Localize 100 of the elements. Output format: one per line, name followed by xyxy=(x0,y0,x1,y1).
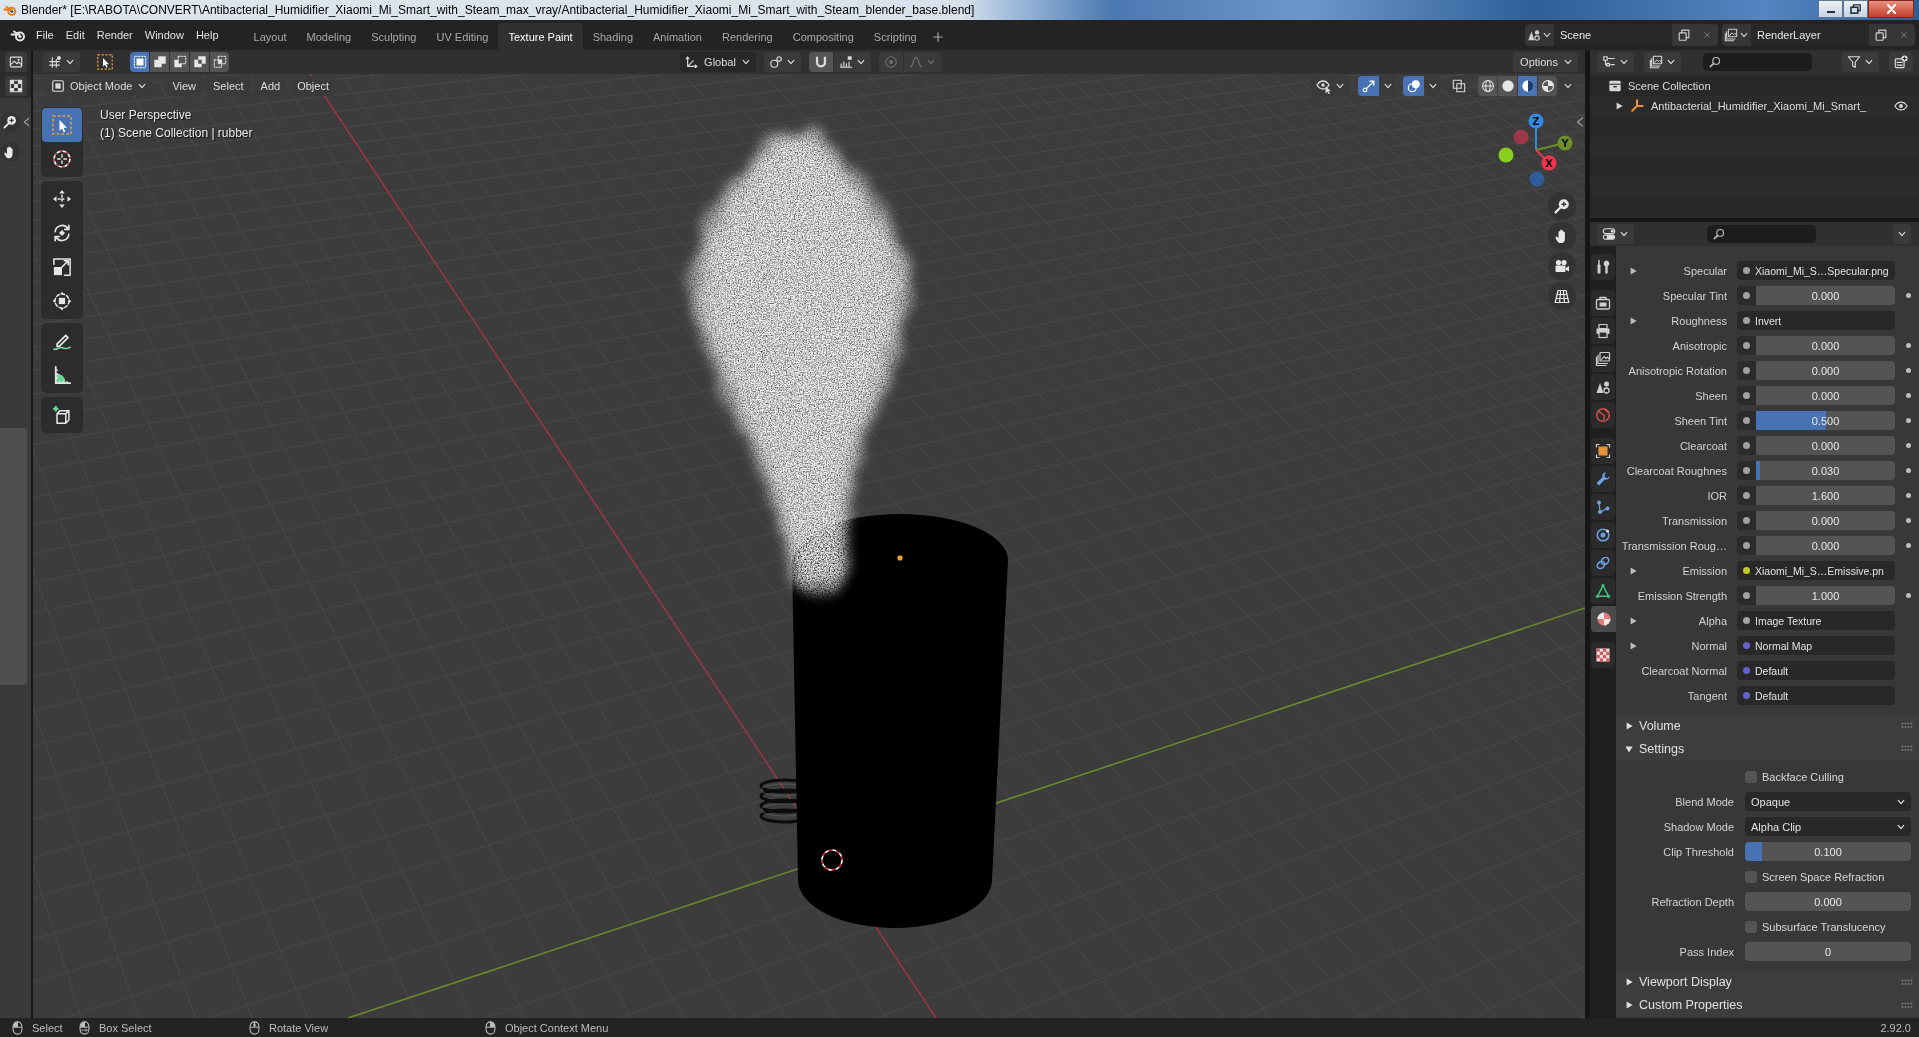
scene-name-field[interactable]: Scene xyxy=(1554,24,1672,46)
selection-mode-button[interactable] xyxy=(210,52,229,72)
checkbox[interactable] xyxy=(1745,770,1757,783)
menu-item[interactable]: File xyxy=(30,24,60,46)
duplicate-button[interactable] xyxy=(1672,24,1695,46)
socket-button[interactable] xyxy=(1737,336,1756,355)
socket-button[interactable] xyxy=(1737,586,1756,605)
panel-header[interactable]: Volume xyxy=(1616,714,1919,737)
number-field[interactable]: 0.000 xyxy=(1745,892,1911,911)
keyframe-dot-icon[interactable] xyxy=(1906,518,1911,523)
editor-type-dropdown[interactable] xyxy=(1597,224,1634,244)
panel-header[interactable]: Settings xyxy=(1616,737,1919,760)
camera-view-button[interactable] xyxy=(1548,252,1576,280)
zoom-button[interactable] xyxy=(0,112,20,132)
dropdown[interactable]: Alpha Clip xyxy=(1745,817,1911,836)
properties-tab[interactable] xyxy=(1591,254,1615,280)
pan-button[interactable] xyxy=(1548,222,1576,250)
menu-item[interactable]: View xyxy=(166,76,203,96)
properties-tab[interactable] xyxy=(1591,346,1615,372)
shading-mode-button[interactable] xyxy=(1538,76,1557,96)
eye-icon[interactable] xyxy=(1894,99,1908,113)
properties-tab[interactable] xyxy=(1591,466,1615,492)
value-slider[interactable]: 0.030 xyxy=(1756,461,1895,480)
grip-dots-icon[interactable] xyxy=(1901,1001,1913,1009)
properties-tab[interactable] xyxy=(1591,494,1615,520)
number-field[interactable]: 0.000 xyxy=(1756,436,1895,455)
workspace-tab[interactable]: Compositing xyxy=(782,23,864,50)
active-tool-button[interactable] xyxy=(94,52,116,72)
view-layer-selector-button[interactable] xyxy=(1722,24,1751,46)
expand-arrow-icon[interactable] xyxy=(1629,566,1637,575)
number-field[interactable]: 0.000 xyxy=(1756,336,1895,355)
search-field[interactable] xyxy=(1703,53,1812,71)
checkbox-label[interactable]: Subsurface Translucency xyxy=(1762,920,1886,933)
new-collection-button[interactable] xyxy=(1889,52,1913,72)
menu-item[interactable]: Select xyxy=(207,76,250,96)
selection-mode-button[interactable] xyxy=(170,52,189,72)
mode-dropdown[interactable]: Object Mode xyxy=(46,76,153,96)
panel-header[interactable]: Viewport Display xyxy=(1616,970,1919,994)
dropdown[interactable]: Opaque xyxy=(1745,792,1911,811)
workspace-tab[interactable]: Texture Paint xyxy=(498,23,583,50)
shading-mode-button[interactable] xyxy=(1478,76,1497,96)
properties-tab[interactable] xyxy=(1591,374,1615,400)
shading-mode-button[interactable] xyxy=(1498,76,1517,96)
socket-button[interactable] xyxy=(1737,386,1756,405)
socket-button[interactable] xyxy=(1737,461,1756,480)
properties-tab[interactable] xyxy=(1591,522,1615,548)
display-mode-dropdown[interactable] xyxy=(1597,52,1634,72)
keyframe-dot-icon[interactable] xyxy=(1906,293,1911,298)
view-layer-dropdown[interactable] xyxy=(1644,52,1681,72)
menu-item[interactable]: Window xyxy=(138,24,190,46)
workspace-tab[interactable]: Rendering xyxy=(711,23,783,50)
number-field[interactable]: 1.000 xyxy=(1756,586,1895,605)
value-slider[interactable]: 0.100 xyxy=(1745,842,1911,861)
menu-item[interactable]: Help xyxy=(189,24,225,46)
keyframe-dot-icon[interactable] xyxy=(1906,368,1911,373)
default-value-field[interactable]: Default xyxy=(1737,686,1895,705)
socket-button[interactable] xyxy=(1737,411,1756,430)
socket-button[interactable] xyxy=(1737,436,1756,455)
number-field[interactable]: 1.600 xyxy=(1756,486,1895,505)
checkbox-label[interactable]: Screen Space Refraction xyxy=(1762,870,1885,883)
expand-arrow-icon[interactable] xyxy=(1629,641,1637,650)
properties-tab[interactable] xyxy=(1591,578,1615,604)
gizmo-toggle-button[interactable] xyxy=(1358,76,1379,96)
linked-node-field[interactable]: Image Texture xyxy=(1737,611,1895,630)
menu-item[interactable]: Edit xyxy=(59,24,91,46)
grip-dots-icon[interactable] xyxy=(1901,722,1913,729)
socket-button[interactable] xyxy=(1737,536,1756,555)
close-button[interactable] xyxy=(1868,0,1914,18)
workspace-tab[interactable]: UV Editing xyxy=(426,23,499,50)
keyframe-dot-icon[interactable] xyxy=(1906,418,1911,423)
chevron-left-icon[interactable] xyxy=(23,117,30,127)
workspace-tab[interactable]: Layout xyxy=(243,23,297,50)
chevron-left-icon[interactable] xyxy=(1576,117,1584,127)
outliner-item[interactable]: Scene Collection xyxy=(1628,80,1711,92)
keyframe-dot-icon[interactable] xyxy=(1906,343,1911,348)
pivot-dropdown[interactable] xyxy=(43,52,80,72)
workspace-tab[interactable]: Sculpting xyxy=(361,23,427,50)
expand-arrow-icon[interactable] xyxy=(1629,616,1637,625)
zoom-button[interactable] xyxy=(1548,192,1576,220)
grip-dots-icon[interactable] xyxy=(1901,978,1913,986)
menu-item[interactable]: Render xyxy=(90,24,139,46)
checkbox-label[interactable]: Backface Culling xyxy=(1762,770,1844,783)
restore-button[interactable] xyxy=(1843,0,1868,18)
menu-item[interactable]: Add xyxy=(254,76,287,96)
humidifier-drawing[interactable] xyxy=(759,514,1008,928)
selection-mode-button[interactable] xyxy=(130,52,149,72)
properties-tab[interactable] xyxy=(1591,642,1615,668)
number-field[interactable]: 0.000 xyxy=(1756,511,1895,530)
expand-arrow-icon[interactable] xyxy=(1629,316,1637,325)
gizmo-axis-handle[interactable]: Y xyxy=(1535,135,1573,151)
workspace-tab[interactable]: Modeling xyxy=(296,23,362,50)
checkbox[interactable] xyxy=(1745,870,1757,883)
linked-node-field[interactable]: Xiaomi_Mi_S…Emissive.pn xyxy=(1737,561,1895,580)
outliner-item[interactable]: Antibacterial_Humidifier_Xiaomi_Mi_Smart_ xyxy=(1651,100,1867,112)
snap-target-dropdown[interactable] xyxy=(833,52,871,72)
linked-node-field[interactable]: Invert xyxy=(1737,311,1895,330)
workspace-tab[interactable]: Animation xyxy=(643,23,712,50)
socket-button[interactable] xyxy=(1737,511,1756,530)
menu-item[interactable]: Object xyxy=(291,76,335,96)
socket-button[interactable] xyxy=(1737,361,1756,380)
